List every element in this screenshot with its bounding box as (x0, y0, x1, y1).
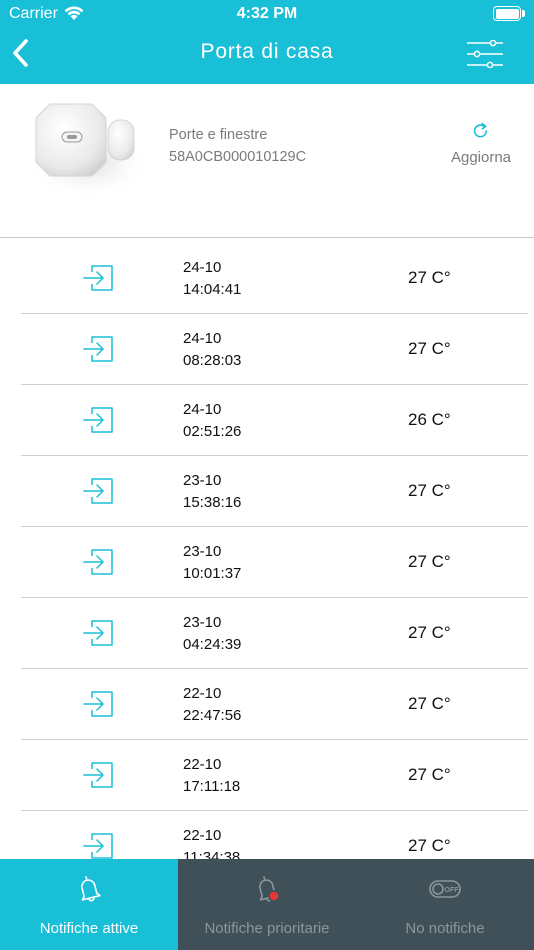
event-temperature: 26 C° (408, 410, 451, 429)
event-temperature: 27 C° (408, 481, 451, 500)
event-row[interactable]: 23-10 15:38:16 27 C° (21, 456, 528, 527)
event-time: 10:01:37 (183, 565, 242, 582)
sign-in-icon (83, 407, 113, 433)
event-time: 22:47:56 (183, 707, 242, 724)
event-date: 23-10 (183, 472, 222, 489)
refresh-button[interactable]: Aggiorna (448, 122, 514, 170)
event-date: 22-10 (183, 827, 222, 844)
device-type: Porte e finestre (169, 127, 268, 143)
event-time: 04:24:39 (183, 636, 242, 653)
event-temperature: 27 C° (408, 268, 451, 287)
tab-label: Notifiche prioritarie (204, 920, 330, 937)
sign-in-icon (83, 549, 113, 575)
sign-in-icon (83, 620, 113, 646)
sign-in-icon (83, 833, 113, 859)
bell-icon (81, 876, 101, 902)
tab-bar: Notifiche attive Notifiche prioritarie O… (0, 859, 534, 950)
event-row[interactable]: 22-10 22:47:56 27 C° (21, 669, 528, 740)
event-date: 23-10 (183, 614, 222, 631)
status-bar: Carrier 4:32 PM (0, 0, 534, 28)
event-list: 24-10 14:04:41 27 C° 24-10 08:28:03 27 C° 24-1… (0, 243, 534, 882)
event-date: 23-10 (183, 543, 222, 560)
page-title: Porta di casa (200, 40, 334, 63)
event-temperature: 27 C° (408, 339, 451, 358)
tab-active-notifications[interactable]: Notifiche attive (0, 859, 178, 950)
device-card: Porte e finestre 58A0CB000010129C Aggior… (0, 84, 534, 238)
door-sensor-image (26, 103, 150, 200)
refresh-icon (473, 122, 487, 138)
device-id: 58A0CB000010129C (169, 149, 307, 165)
status-time: 4:32 PM (236, 5, 298, 22)
event-time: 15:38:16 (183, 494, 242, 511)
sign-in-icon (83, 762, 113, 788)
event-date: 24-10 (183, 401, 222, 418)
toggle-off-icon: OFF (429, 880, 461, 898)
event-temperature: 27 C° (408, 552, 451, 571)
event-time: 14:04:41 (183, 281, 242, 298)
bell-alert-icon (259, 876, 280, 902)
event-time: 17:11:18 (183, 778, 241, 795)
event-temperature: 27 C° (408, 623, 451, 642)
event-temperature: 27 C° (408, 694, 451, 713)
event-row[interactable]: 24-10 08:28:03 27 C° (21, 314, 528, 385)
event-row[interactable]: 23-10 10:01:37 27 C° (21, 527, 528, 598)
refresh-label: Aggiorna (450, 149, 512, 166)
event-row[interactable]: 24-10 14:04:41 27 C° (21, 243, 528, 314)
sliders-icon[interactable] (466, 40, 504, 68)
tab-label: No notifiche (405, 920, 485, 937)
sign-in-icon (83, 265, 113, 291)
event-time: 08:28:03 (183, 352, 242, 369)
tab-label: Notifiche attive (39, 920, 139, 937)
tab-priority-notifications[interactable]: Notifiche prioritarie (178, 859, 356, 950)
event-date: 22-10 (183, 756, 222, 773)
event-temperature: 27 C° (408, 836, 451, 855)
event-date: 22-10 (183, 685, 222, 702)
event-temperature: 27 C° (408, 765, 451, 784)
event-date: 24-10 (183, 259, 222, 276)
battery-icon (493, 6, 525, 21)
app-header: Carrier 4:32 PM Porta di casa (0, 0, 534, 84)
event-row[interactable]: 22-10 17:11:18 27 C° (21, 740, 528, 811)
event-row[interactable]: 24-10 02:51:26 26 C° (21, 385, 528, 456)
svg-text:OFF: OFF (445, 887, 460, 894)
sign-in-icon (83, 691, 113, 717)
tab-no-notifications[interactable]: OFF No notifiche (356, 859, 534, 950)
event-row[interactable]: 23-10 04:24:39 27 C° (21, 598, 528, 669)
sign-in-icon (83, 336, 113, 362)
sign-in-icon (83, 478, 113, 504)
event-time: 02:51:26 (183, 423, 242, 440)
event-date: 24-10 (183, 330, 222, 347)
